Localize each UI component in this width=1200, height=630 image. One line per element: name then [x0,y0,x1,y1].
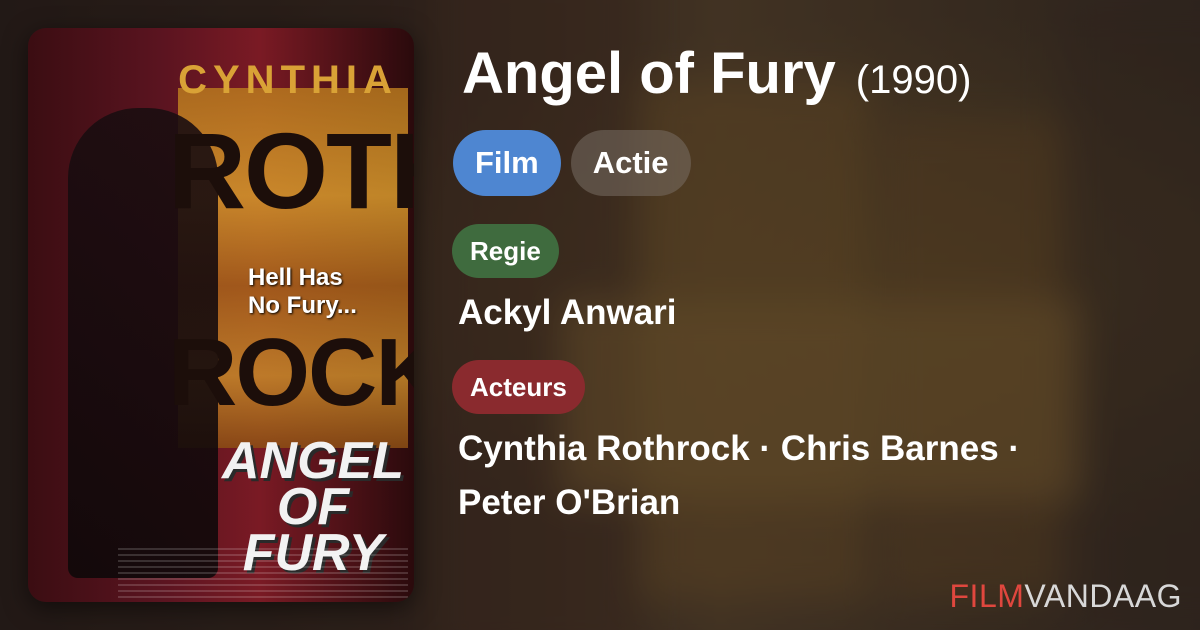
poster-actor-name-part2: ROCK [168,319,414,426]
movie-year: (1990) [855,58,972,102]
poster-actor-name-part1: ROTH [168,110,414,231]
genre-tag[interactable]: Actie [570,130,691,196]
cast-label: Acteurs [452,360,585,414]
poster-tagline-line2: No Fury... [248,292,357,319]
poster-tagline: Hell Has No Fury... [248,264,398,320]
cast-line-1: Cynthia Rothrock · Chris Barnes · [458,429,1021,468]
cast-list: Cynthia Rothrock · Chris Barnes · Peter … [458,422,1158,530]
movie-heading: Angel of Fury (1990) [462,40,971,107]
brand-logo: FILMVANDAAG [950,578,1183,615]
movie-poster: CYNTHIA ROTH ROCK Hell Has No Fury... AN… [28,28,414,602]
tag-row: Film Actie [453,130,691,196]
type-tag[interactable]: Film [453,130,561,196]
poster-credits-block [118,548,408,598]
poster-actor-first-name: CYNTHIA [178,58,398,102]
director-label: Regie [452,224,559,278]
cast-line-2: Peter O'Brian [458,483,681,522]
brand-logo-part1: FILM [949,578,1025,614]
movie-title: Angel of Fury [462,41,836,106]
poster-tagline-line1: Hell Has [248,264,343,291]
director-name: Ackyl Anwari [458,293,677,332]
brand-logo-part2: VANDAAG [1024,578,1182,614]
